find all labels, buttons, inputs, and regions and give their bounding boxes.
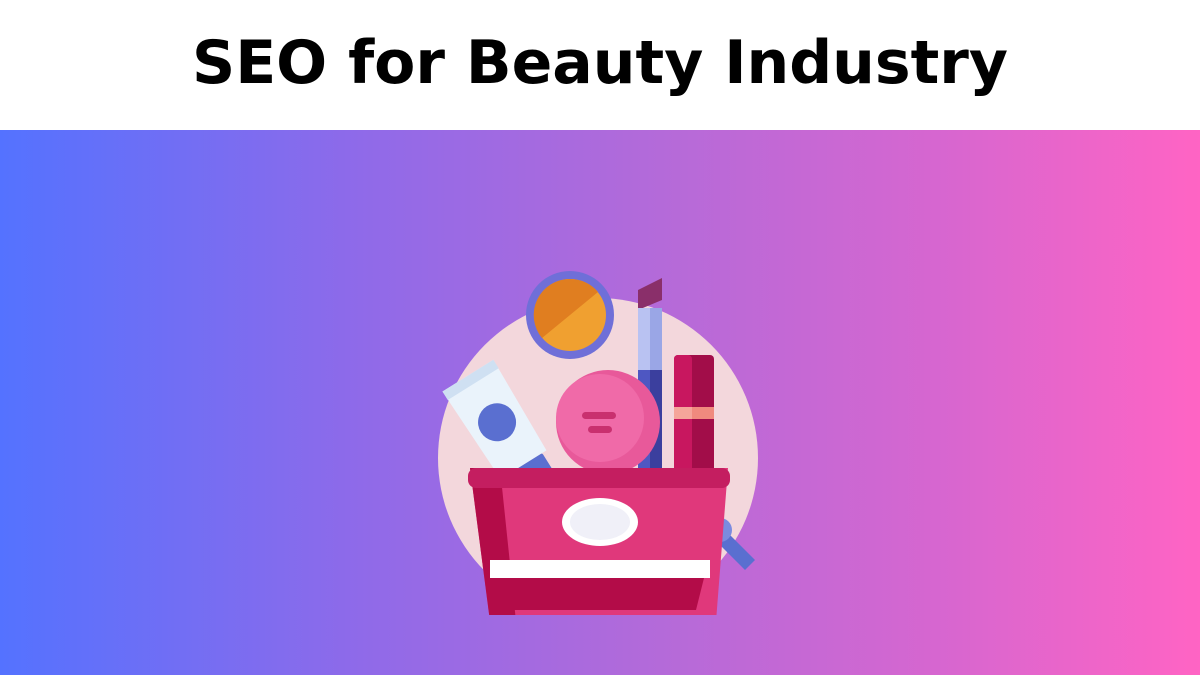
- page-title: SEO for Beauty Industry: [191, 28, 1008, 98]
- makeup-bag-body: [468, 468, 730, 615]
- lipstick-icon: [674, 355, 714, 481]
- makeup-bag-icon: [438, 271, 758, 615]
- header: SEO for Beauty Industry: [0, 0, 1200, 130]
- gradient-banner: [0, 130, 1200, 675]
- powder-puff-icon: [556, 370, 660, 474]
- compact-mirror-icon: [526, 271, 614, 359]
